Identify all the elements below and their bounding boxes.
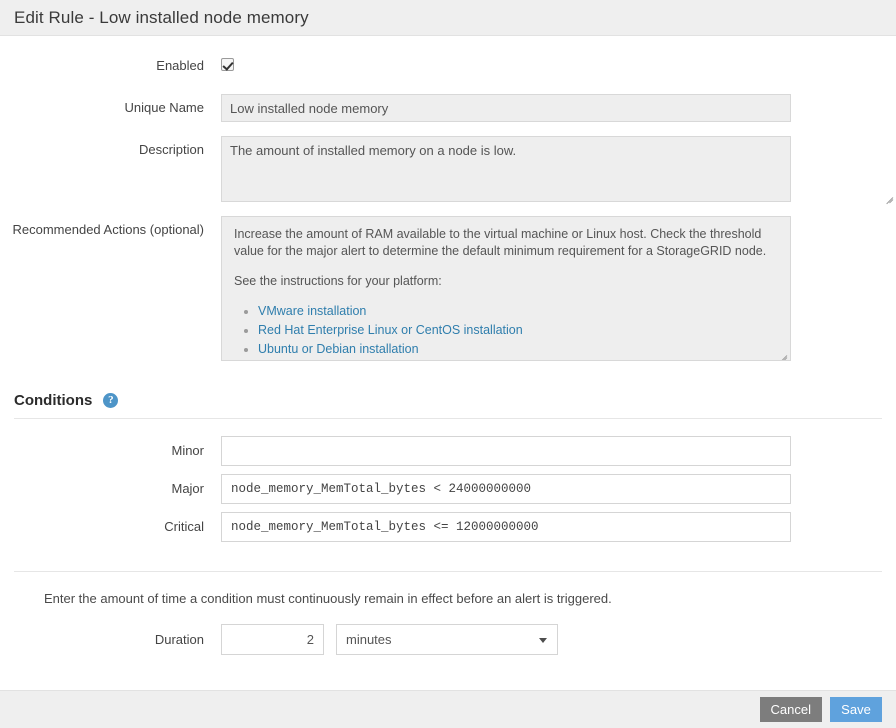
row-recommended-actions: Recommended Actions (optional) Increase … <box>0 216 896 361</box>
cancel-button[interactable]: Cancel <box>760 697 822 722</box>
resize-grip-icon[interactable] <box>776 346 788 358</box>
critical-condition-input[interactable] <box>221 512 791 542</box>
dialog-title-bar: Edit Rule - Low installed node memory <box>0 0 896 36</box>
page-title: Edit Rule - Low installed node memory <box>14 8 309 28</box>
recommended-actions-control: Increase the amount of RAM available to … <box>221 216 896 361</box>
description-label: Description <box>0 136 221 158</box>
enabled-checkbox[interactable] <box>221 58 234 71</box>
minor-control <box>221 436 896 466</box>
link-ubuntu-debian-installation[interactable]: Ubuntu or Debian installation <box>258 342 419 356</box>
critical-label: Critical <box>0 512 221 535</box>
row-condition-critical: Critical <box>0 512 896 542</box>
recommended-actions-paragraph-1: Increase the amount of RAM available to … <box>234 226 778 260</box>
duration-label: Duration <box>0 624 221 648</box>
unique-name-label: Unique Name <box>0 94 221 116</box>
recommended-actions-paragraph-2: See the instructions for your platform: <box>234 273 778 290</box>
unique-name-control <box>221 94 896 122</box>
save-button[interactable]: Save <box>830 697 882 722</box>
edit-rule-form: Enabled Unique Name Description Recommen… <box>0 58 896 655</box>
row-condition-major: Major <box>0 474 896 504</box>
minor-condition-input[interactable] <box>221 436 791 466</box>
duration-value-input[interactable] <box>221 624 324 655</box>
recommended-actions-label: Recommended Actions (optional) <box>0 216 221 238</box>
description-textarea[interactable] <box>221 136 791 202</box>
help-icon[interactable]: ? <box>103 393 118 408</box>
duration-unit-selected-label: minutes <box>346 632 392 647</box>
divider-duration <box>14 571 882 572</box>
duration-unit-select[interactable]: minutes <box>336 624 558 655</box>
row-condition-minor: Minor <box>0 436 896 466</box>
duration-control: minutes <box>221 624 896 655</box>
enabled-control <box>221 58 896 76</box>
row-unique-name: Unique Name <box>0 94 896 122</box>
enabled-label: Enabled <box>0 58 221 74</box>
major-condition-input[interactable] <box>221 474 791 504</box>
dialog-footer: Cancel Save <box>0 690 896 728</box>
row-duration: Duration minutes <box>0 624 896 655</box>
resize-grip-icon[interactable] <box>882 188 894 200</box>
unique-name-input[interactable] <box>221 94 791 122</box>
row-description: Description <box>0 136 896 202</box>
duration-note: Enter the amount of time a condition mus… <box>0 591 896 606</box>
major-label: Major <box>0 474 221 497</box>
minor-label: Minor <box>0 436 221 459</box>
major-control <box>221 474 896 504</box>
chevron-down-icon <box>539 638 547 643</box>
critical-control <box>221 512 896 542</box>
link-vmware-installation[interactable]: VMware installation <box>258 304 366 318</box>
divider-conditions <box>14 418 882 419</box>
conditions-header: Conditions ? <box>0 392 896 409</box>
platform-link-list: VMware installation Red Hat Enterprise L… <box>234 303 778 358</box>
list-item: Ubuntu or Debian installation <box>258 341 778 358</box>
list-item: VMware installation <box>258 303 778 320</box>
description-control <box>221 136 896 202</box>
row-enabled: Enabled <box>0 58 896 76</box>
list-item: Red Hat Enterprise Linux or CentOS insta… <box>258 322 778 339</box>
recommended-actions-textarea[interactable]: Increase the amount of RAM available to … <box>221 216 791 361</box>
link-rhel-centos-installation[interactable]: Red Hat Enterprise Linux or CentOS insta… <box>258 323 523 337</box>
conditions-heading: Conditions <box>14 392 92 409</box>
